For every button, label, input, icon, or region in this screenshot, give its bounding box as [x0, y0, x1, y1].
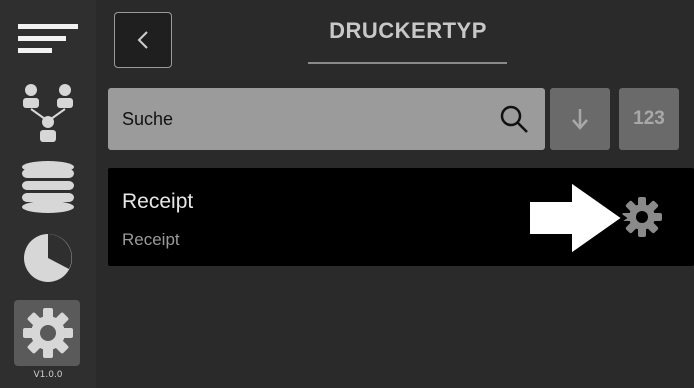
- database-icon: [22, 161, 74, 213]
- sort-button[interactable]: [550, 88, 610, 150]
- app-frame: V1.0.0 DRUCKERTYP 123 Receipt R: [0, 0, 694, 388]
- search-input[interactable]: [122, 88, 482, 150]
- arrow-down-icon: [572, 109, 588, 130]
- page-title: DRUCKERTYP: [329, 18, 487, 43]
- sidebar-item-users[interactable]: [0, 78, 96, 146]
- sidebar-item-statistics[interactable]: [0, 228, 96, 288]
- search-bar: [108, 88, 545, 150]
- search-icon[interactable]: [499, 104, 529, 134]
- chevron-left-icon: [137, 31, 148, 49]
- sidebar: V1.0.0: [0, 0, 96, 388]
- back-button[interactable]: [114, 12, 172, 68]
- list-item-title: Receipt: [122, 190, 194, 213]
- sidebar-item-database[interactable]: [0, 156, 96, 218]
- gear-icon: [23, 308, 73, 358]
- sidebar-item-settings[interactable]: [0, 300, 96, 366]
- version-label: V1.0.0: [33, 370, 63, 380]
- list-item-subtitle: Receipt: [122, 230, 180, 249]
- pie-chart-icon: [24, 234, 72, 282]
- numeric-sort-button[interactable]: 123: [619, 88, 679, 150]
- pointer-arrow-icon: [526, 178, 628, 260]
- sidebar-item-menu[interactable]: [0, 14, 96, 64]
- menu-icon: [18, 24, 78, 53]
- users-icon: [23, 84, 73, 142]
- title-underline: [308, 62, 507, 64]
